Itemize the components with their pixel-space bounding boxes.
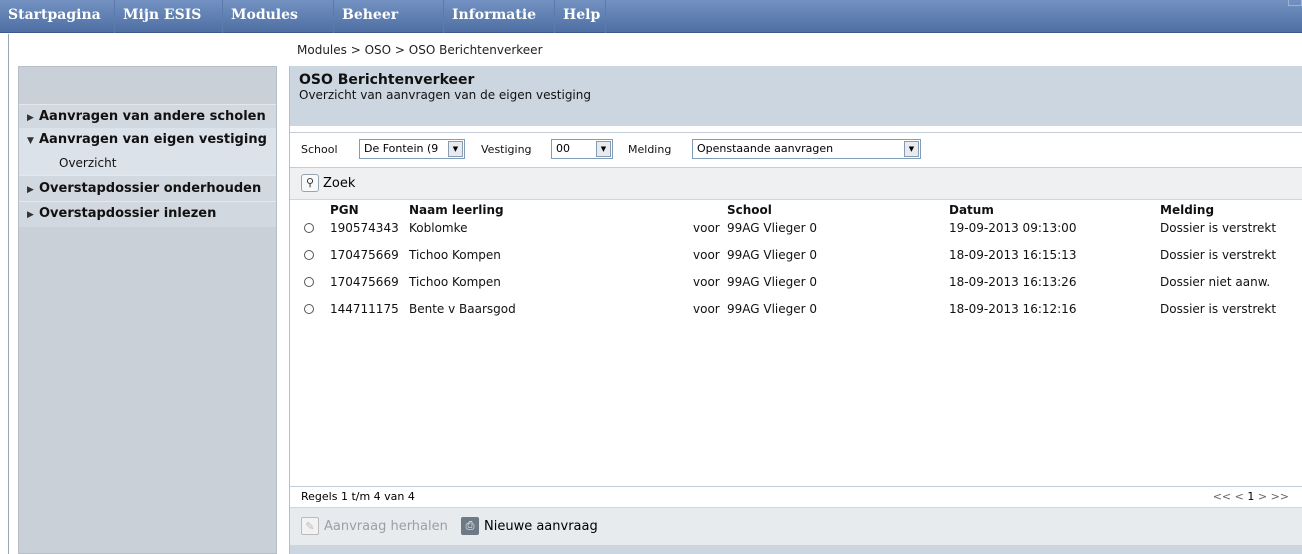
nav-mijn-esis[interactable]: Mijn ESIS <box>114 0 209 33</box>
cell-pgn: 190574343 <box>330 221 399 235</box>
nav-help[interactable]: Help <box>554 0 608 33</box>
cell-school: 99AG Vlieger 0 <box>727 275 818 289</box>
pagination: << < 1 > >> <box>1213 490 1289 503</box>
sidebar: ▶ Aanvragen van andere scholen ▼ Aanvragen… <box>18 66 277 554</box>
sidebar-item-label: Overstapdossier onderhouden <box>39 181 262 196</box>
table-row[interactable]: 170475669 Tichoo Kompen voor 99AG Vliege… <box>290 271 1302 298</box>
panel-bottom-bar <box>290 545 1302 554</box>
cell-naam: Koblomke <box>409 221 468 235</box>
cell-school: 99AG Vlieger 0 <box>727 248 818 262</box>
pager-current: 1 <box>1247 490 1255 503</box>
sidebar-item-aanvragen-eigen-vestiging[interactable]: ▼ Aanvragen van eigen vestiging <box>19 128 276 152</box>
cell-datum: 19-09-2013 09:13:00 <box>949 221 1077 235</box>
column-header-school[interactable]: School <box>727 203 772 217</box>
cell-melding: Dossier niet aanw. <box>1160 275 1271 289</box>
page-header: OSO Berichtenverkeer Overzicht van aanvr… <box>290 66 1302 126</box>
vestiging-select[interactable]: 00 ▼ <box>551 139 613 159</box>
zoek-button[interactable]: ⚲ Zoek <box>301 174 355 192</box>
cell-melding: Dossier is verstrekt <box>1160 221 1277 235</box>
cell-voor: voor <box>693 275 720 289</box>
pager-prev[interactable]: < <box>1235 490 1244 503</box>
column-header-naam[interactable]: Naam leerling <box>409 203 504 217</box>
main-panel: OSO Berichtenverkeer Overzicht van aanvr… <box>289 66 1302 554</box>
melding-select-value: Openstaande aanvragen <box>697 142 834 155</box>
vestiging-select-value: 00 <box>556 142 570 155</box>
cell-voor: voor <box>693 302 720 316</box>
action-bar: ✎ Aanvraag herhalen ⎙ Nieuwe aanvraag <box>290 507 1302 545</box>
sidebar-item-label: Aanvragen van andere scholen <box>39 109 266 124</box>
nav-modules[interactable]: Modules <box>222 0 306 33</box>
table-row[interactable]: 190574343 Koblomke voor 99AG Vlieger 0 1… <box>290 217 1302 244</box>
sidebar-item-aanvragen-andere-scholen[interactable]: ▶ Aanvragen van andere scholen <box>19 104 276 128</box>
cell-melding: Dossier is verstrekt <box>1160 302 1277 316</box>
row-radio[interactable] <box>304 304 314 314</box>
nav-divider <box>605 0 606 33</box>
chevron-down-icon: ▼ <box>596 141 611 157</box>
cell-melding: Dossier is verstrekt <box>1160 248 1277 262</box>
cell-voor: voor <box>693 221 720 235</box>
cell-naam: Tichoo Kompen <box>409 248 501 262</box>
pager-next[interactable]: > <box>1258 490 1267 503</box>
row-radio[interactable] <box>304 277 314 287</box>
top-navigation: Startpagina Mijn ESIS Modules Beheer Inf… <box>0 0 1302 33</box>
search-bar: ⚲ Zoek <box>290 168 1302 200</box>
page-title: OSO Berichtenverkeer <box>299 72 475 88</box>
nav-informatie[interactable]: Informatie <box>443 0 544 33</box>
column-header-pgn[interactable]: PGN <box>330 203 359 217</box>
table-footer: Regels 1 t/m 4 van 4 << < 1 > >> <box>290 486 1302 507</box>
cell-naam: Tichoo Kompen <box>409 275 501 289</box>
table-row[interactable]: 170475669 Tichoo Kompen voor 99AG Vliege… <box>290 244 1302 271</box>
school-label: School <box>301 143 338 156</box>
nav-startpagina[interactable]: Startpagina <box>0 0 109 33</box>
zoek-label: Zoek <box>323 175 356 191</box>
cell-pgn: 144711175 <box>330 302 399 316</box>
cell-datum: 18-09-2013 16:13:26 <box>949 275 1077 289</box>
breadcrumb: Modules > OSO > OSO Berichtenverkeer <box>297 43 543 57</box>
cell-school: 99AG Vlieger 0 <box>727 302 818 316</box>
cell-datum: 18-09-2013 16:15:13 <box>949 248 1077 262</box>
vestiging-label: Vestiging <box>481 143 532 156</box>
melding-label: Melding <box>628 143 672 156</box>
cell-school: 99AG Vlieger 0 <box>727 221 818 235</box>
pager-first[interactable]: << <box>1213 490 1231 503</box>
page-subtitle: Overzicht van aanvragen van de eigen ves… <box>299 88 591 102</box>
sidebar-subitem-overzicht[interactable]: Overzicht <box>19 152 276 175</box>
collapsed-arrow-icon: ▶ <box>27 185 34 195</box>
collapsed-arrow-icon: ▶ <box>27 210 34 220</box>
expanded-arrow-icon: ▼ <box>27 136 34 146</box>
melding-select[interactable]: Openstaande aanvragen ▼ <box>692 139 921 159</box>
cell-pgn: 170475669 <box>330 248 399 262</box>
nieuwe-aanvraag-label: Nieuwe aanvraag <box>484 518 598 534</box>
row-radio[interactable] <box>304 250 314 260</box>
row-count: Regels 1 t/m 4 van 4 <box>301 490 415 503</box>
printer-icon: ⎙ <box>461 517 479 535</box>
nav-beheer[interactable]: Beheer <box>333 0 406 33</box>
magnifier-icon: ⚲ <box>301 174 319 192</box>
sidebar-item-label: Overstapdossier inlezen <box>39 206 217 221</box>
column-header-melding[interactable]: Melding <box>1160 203 1214 217</box>
pencil-icon: ✎ <box>301 517 319 535</box>
cell-naam: Bente v Baarsgod <box>409 302 516 316</box>
chevron-down-icon: ▼ <box>904 141 919 157</box>
aanvraag-herhalen-button[interactable]: ✎ Aanvraag herhalen <box>301 517 448 535</box>
pager-last[interactable]: >> <box>1271 490 1289 503</box>
column-header-datum[interactable]: Datum <box>949 203 994 217</box>
sidebar-item-overstapdossier-inlezen[interactable]: ▶ Overstapdossier inlezen <box>19 201 276 227</box>
sidebar-item-label: Aanvragen van eigen vestiging <box>39 132 267 147</box>
chevron-down-icon: ▼ <box>448 141 463 157</box>
aanvraag-herhalen-label: Aanvraag herhalen <box>324 518 448 534</box>
school-select-value: De Fontein (9 <box>364 142 439 155</box>
table-row[interactable]: 144711175 Bente v Baarsgod voor 99AG Vli… <box>290 298 1302 325</box>
school-select[interactable]: De Fontein (9 ▼ <box>359 139 465 159</box>
cell-datum: 18-09-2013 16:12:16 <box>949 302 1077 316</box>
sidebar-item-overstapdossier-onderhouden[interactable]: ▶ Overstapdossier onderhouden <box>19 175 276 201</box>
page-left-border <box>8 34 9 554</box>
cell-voor: voor <box>693 248 720 262</box>
filter-bar: School De Fontein (9 ▼ Vestiging 00 ▼ Me… <box>290 132 1302 168</box>
collapsed-arrow-icon: ▶ <box>27 113 34 123</box>
nieuwe-aanvraag-button[interactable]: ⎙ Nieuwe aanvraag <box>461 517 598 535</box>
row-radio[interactable] <box>304 223 314 233</box>
cell-pgn: 170475669 <box>330 275 399 289</box>
window-corner <box>1288 0 1302 6</box>
